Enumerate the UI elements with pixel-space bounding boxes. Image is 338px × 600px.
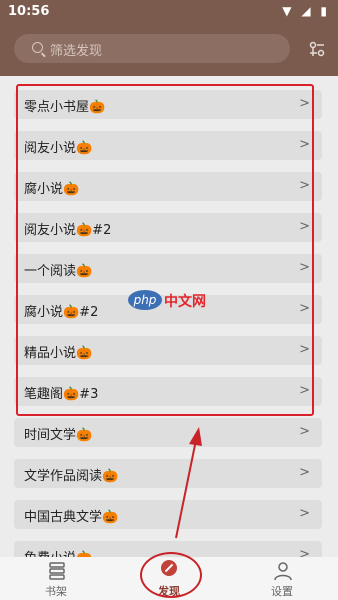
person-icon (274, 562, 292, 581)
chevron-right-icon: > (299, 465, 310, 480)
chevron-right-icon: > (299, 506, 310, 521)
source-label: 文学作品阅读🎃 (24, 469, 119, 484)
annotation-circle (140, 552, 202, 598)
source-row[interactable]: 中国古典文学🎃 > (14, 500, 322, 529)
watermark-logo: php (128, 290, 162, 310)
app-bar: 筛选发现 (0, 24, 338, 76)
nav-bookshelf[interactable]: 书架 (0, 557, 112, 600)
status-bar: 10:56 ▼ ◢ ▮ (0, 0, 338, 24)
status-icons: ▼ ◢ ▮ (282, 4, 330, 18)
chevron-right-icon: > (299, 424, 310, 439)
nav-label: 设置 (271, 585, 293, 598)
source-row[interactable]: 文学作品阅读🎃 > (14, 459, 322, 488)
nav-label: 书架 (45, 585, 67, 598)
nav-settings[interactable]: 设置 (226, 557, 338, 600)
search-icon (32, 42, 43, 53)
bookshelf-icon (49, 562, 65, 580)
filter-icon[interactable] (308, 40, 326, 58)
annotation-highlight-box (16, 84, 314, 416)
search-placeholder: 筛选发现 (50, 44, 103, 59)
watermark-text: 中文网 (164, 294, 206, 310)
watermark: php 中文网 (128, 290, 218, 312)
status-time: 10:56 (8, 4, 50, 19)
source-label: 中国古典文学🎃 (24, 510, 119, 525)
source-label: 时间文学🎃 (24, 428, 93, 443)
source-row[interactable]: 时间文学🎃 > (14, 418, 322, 447)
search-input[interactable]: 筛选发现 (14, 34, 290, 63)
